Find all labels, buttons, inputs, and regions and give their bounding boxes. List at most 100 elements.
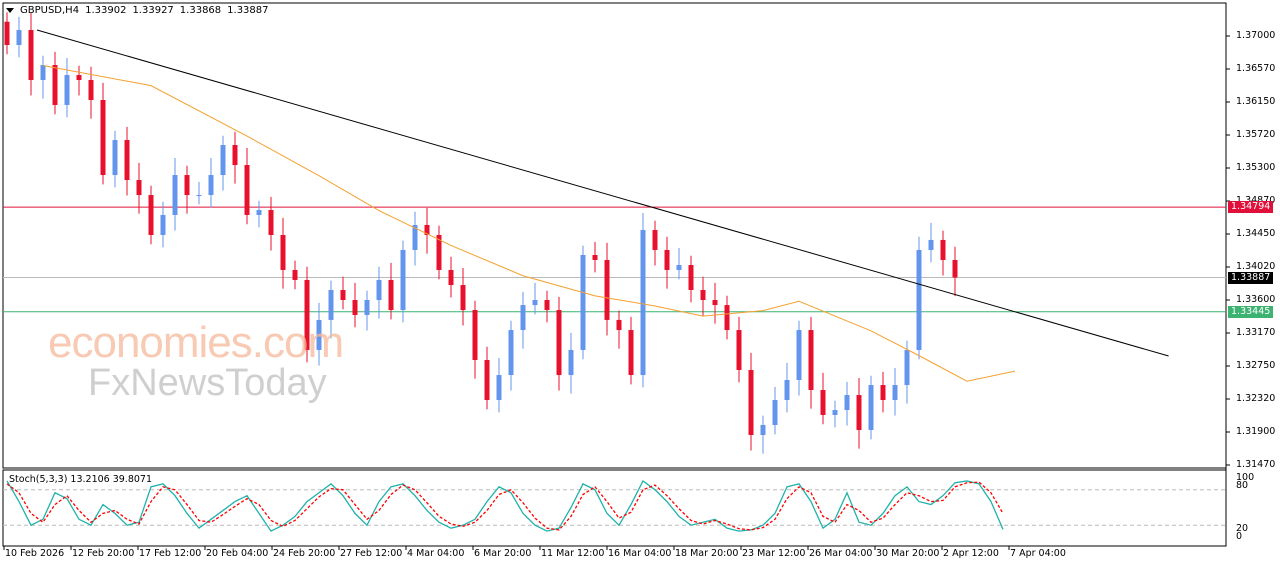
- candle-body: [208, 175, 214, 196]
- candle-body: [784, 379, 790, 401]
- candle-body: [952, 259, 958, 278]
- candle-body: [40, 65, 46, 80]
- candle-body: [556, 310, 562, 376]
- candle-body: [160, 214, 166, 235]
- candle-body: [148, 195, 154, 235]
- candle-body: [124, 140, 130, 180]
- open-price: 1.33902: [85, 5, 127, 16]
- time-tick-label: 12 Feb 20:00: [72, 548, 135, 559]
- time-tick-label: 18 Mar 20:00: [675, 548, 739, 559]
- candle-body: [616, 319, 622, 331]
- price-tick-label: 1.34020: [1236, 261, 1276, 272]
- candle-body: [64, 75, 70, 105]
- candle-body: [748, 369, 754, 435]
- candle-body: [916, 249, 922, 350]
- candle-body: [688, 265, 694, 290]
- stoch-pane-border: [2, 469, 1227, 547]
- time-tick-label: 16 Mar 04:00: [608, 548, 672, 559]
- watermark-fxnewstoday: FxNewsToday: [88, 362, 327, 404]
- symbol-label: GBPUSD,H4: [20, 5, 80, 16]
- candle-body: [544, 300, 550, 311]
- time-tick-label: 4 Mar 04:00: [407, 548, 465, 559]
- time-tick-label: 11 Mar 12:00: [541, 548, 605, 559]
- candle-body: [664, 249, 670, 270]
- time-tick-label: 2 Apr 12:00: [943, 548, 999, 559]
- candle-body: [364, 300, 370, 315]
- candle-body: [760, 424, 766, 435]
- time-tick-label: 6 Mar 20:00: [474, 548, 532, 559]
- candle-body: [196, 195, 202, 197]
- low-price: 1.33868: [179, 5, 222, 16]
- price-tick-label: 1.33170: [1236, 327, 1276, 338]
- candle-body: [340, 289, 346, 301]
- time-tick-label: 27 Feb 12:00: [340, 548, 403, 559]
- candle-body: [808, 330, 814, 390]
- candle-body: [820, 389, 826, 415]
- candle-body: [136, 179, 142, 196]
- price-tick-label: 1.33600: [1236, 294, 1276, 305]
- high-price: 1.33927: [132, 5, 174, 16]
- candle-body: [232, 144, 238, 166]
- candle-body: [100, 100, 106, 176]
- candle-body: [640, 230, 646, 376]
- candle-body: [724, 305, 730, 331]
- candle-body: [112, 140, 118, 176]
- candle-body: [904, 349, 910, 386]
- candle-body: [772, 400, 778, 425]
- stoch-level-label: 80: [1236, 480, 1249, 491]
- candle-body: [328, 289, 334, 320]
- candle-body: [832, 410, 838, 415]
- current-price-tag: 1.33887: [1228, 271, 1274, 284]
- time-tick-label: 23 Mar 12:00: [742, 548, 806, 559]
- stoch-main-line: [6, 479, 1004, 532]
- candle-body: [580, 255, 586, 350]
- price-tick-label: 1.32750: [1236, 360, 1276, 371]
- candle-body: [532, 300, 538, 306]
- candle-body: [292, 269, 298, 280]
- candle-body: [268, 210, 274, 235]
- candle-body: [376, 279, 382, 301]
- candle-body: [184, 175, 190, 196]
- candle-body: [388, 279, 394, 311]
- candle-body: [88, 79, 94, 101]
- stochastic-label: Stoch(5,3,3) 13.2106 39.8071: [9, 474, 153, 485]
- candle-body: [172, 175, 178, 215]
- candle-body: [460, 285, 466, 311]
- time-tick-label: 7 Apr 04:00: [1010, 548, 1066, 559]
- time-tick-label: 30 Mar 20:00: [876, 548, 940, 559]
- candle-body: [16, 30, 22, 45]
- stoch-level-label: 0: [1236, 531, 1243, 542]
- chart-canvas[interactable]: [0, 0, 1280, 567]
- price-tick-label: 1.31900: [1236, 426, 1276, 437]
- candle-body: [568, 349, 574, 376]
- candle-body: [736, 330, 742, 370]
- candle-body: [52, 65, 58, 105]
- support-price-tag: 1.33445: [1228, 305, 1274, 318]
- chart-header: GBPUSD,H4 1.33902 1.33927 1.33868 1.3388…: [6, 5, 269, 16]
- candle-body: [700, 289, 706, 301]
- price-tick-label: 1.35300: [1236, 162, 1276, 173]
- candle-body: [256, 210, 262, 215]
- candle-body: [352, 300, 358, 315]
- price-tick-label: 1.35720: [1236, 129, 1276, 140]
- trendline: [36, 29, 1169, 357]
- resistance-price-tag: 1.34794: [1228, 201, 1274, 214]
- candle-body: [940, 239, 946, 260]
- price-tick-label: 1.32320: [1236, 393, 1276, 404]
- watermark-economies: economies.com: [48, 318, 344, 367]
- candle-body: [880, 385, 886, 401]
- candle-body: [76, 75, 82, 80]
- dropdown-triangle-icon[interactable]: [6, 8, 14, 13]
- candle-body: [448, 269, 454, 286]
- candle-body: [712, 300, 718, 306]
- candle-body: [628, 330, 634, 376]
- time-tick-label: 26 Mar 04:00: [809, 548, 873, 559]
- candle-body: [928, 239, 934, 250]
- close-price: 1.33887: [227, 5, 269, 16]
- candle-body: [604, 259, 610, 320]
- price-tick-label: 1.36150: [1236, 96, 1276, 107]
- time-tick-label: 17 Feb 12:00: [139, 548, 202, 559]
- candle-body: [280, 234, 286, 270]
- candle-body: [400, 249, 406, 311]
- candle-body: [844, 395, 850, 411]
